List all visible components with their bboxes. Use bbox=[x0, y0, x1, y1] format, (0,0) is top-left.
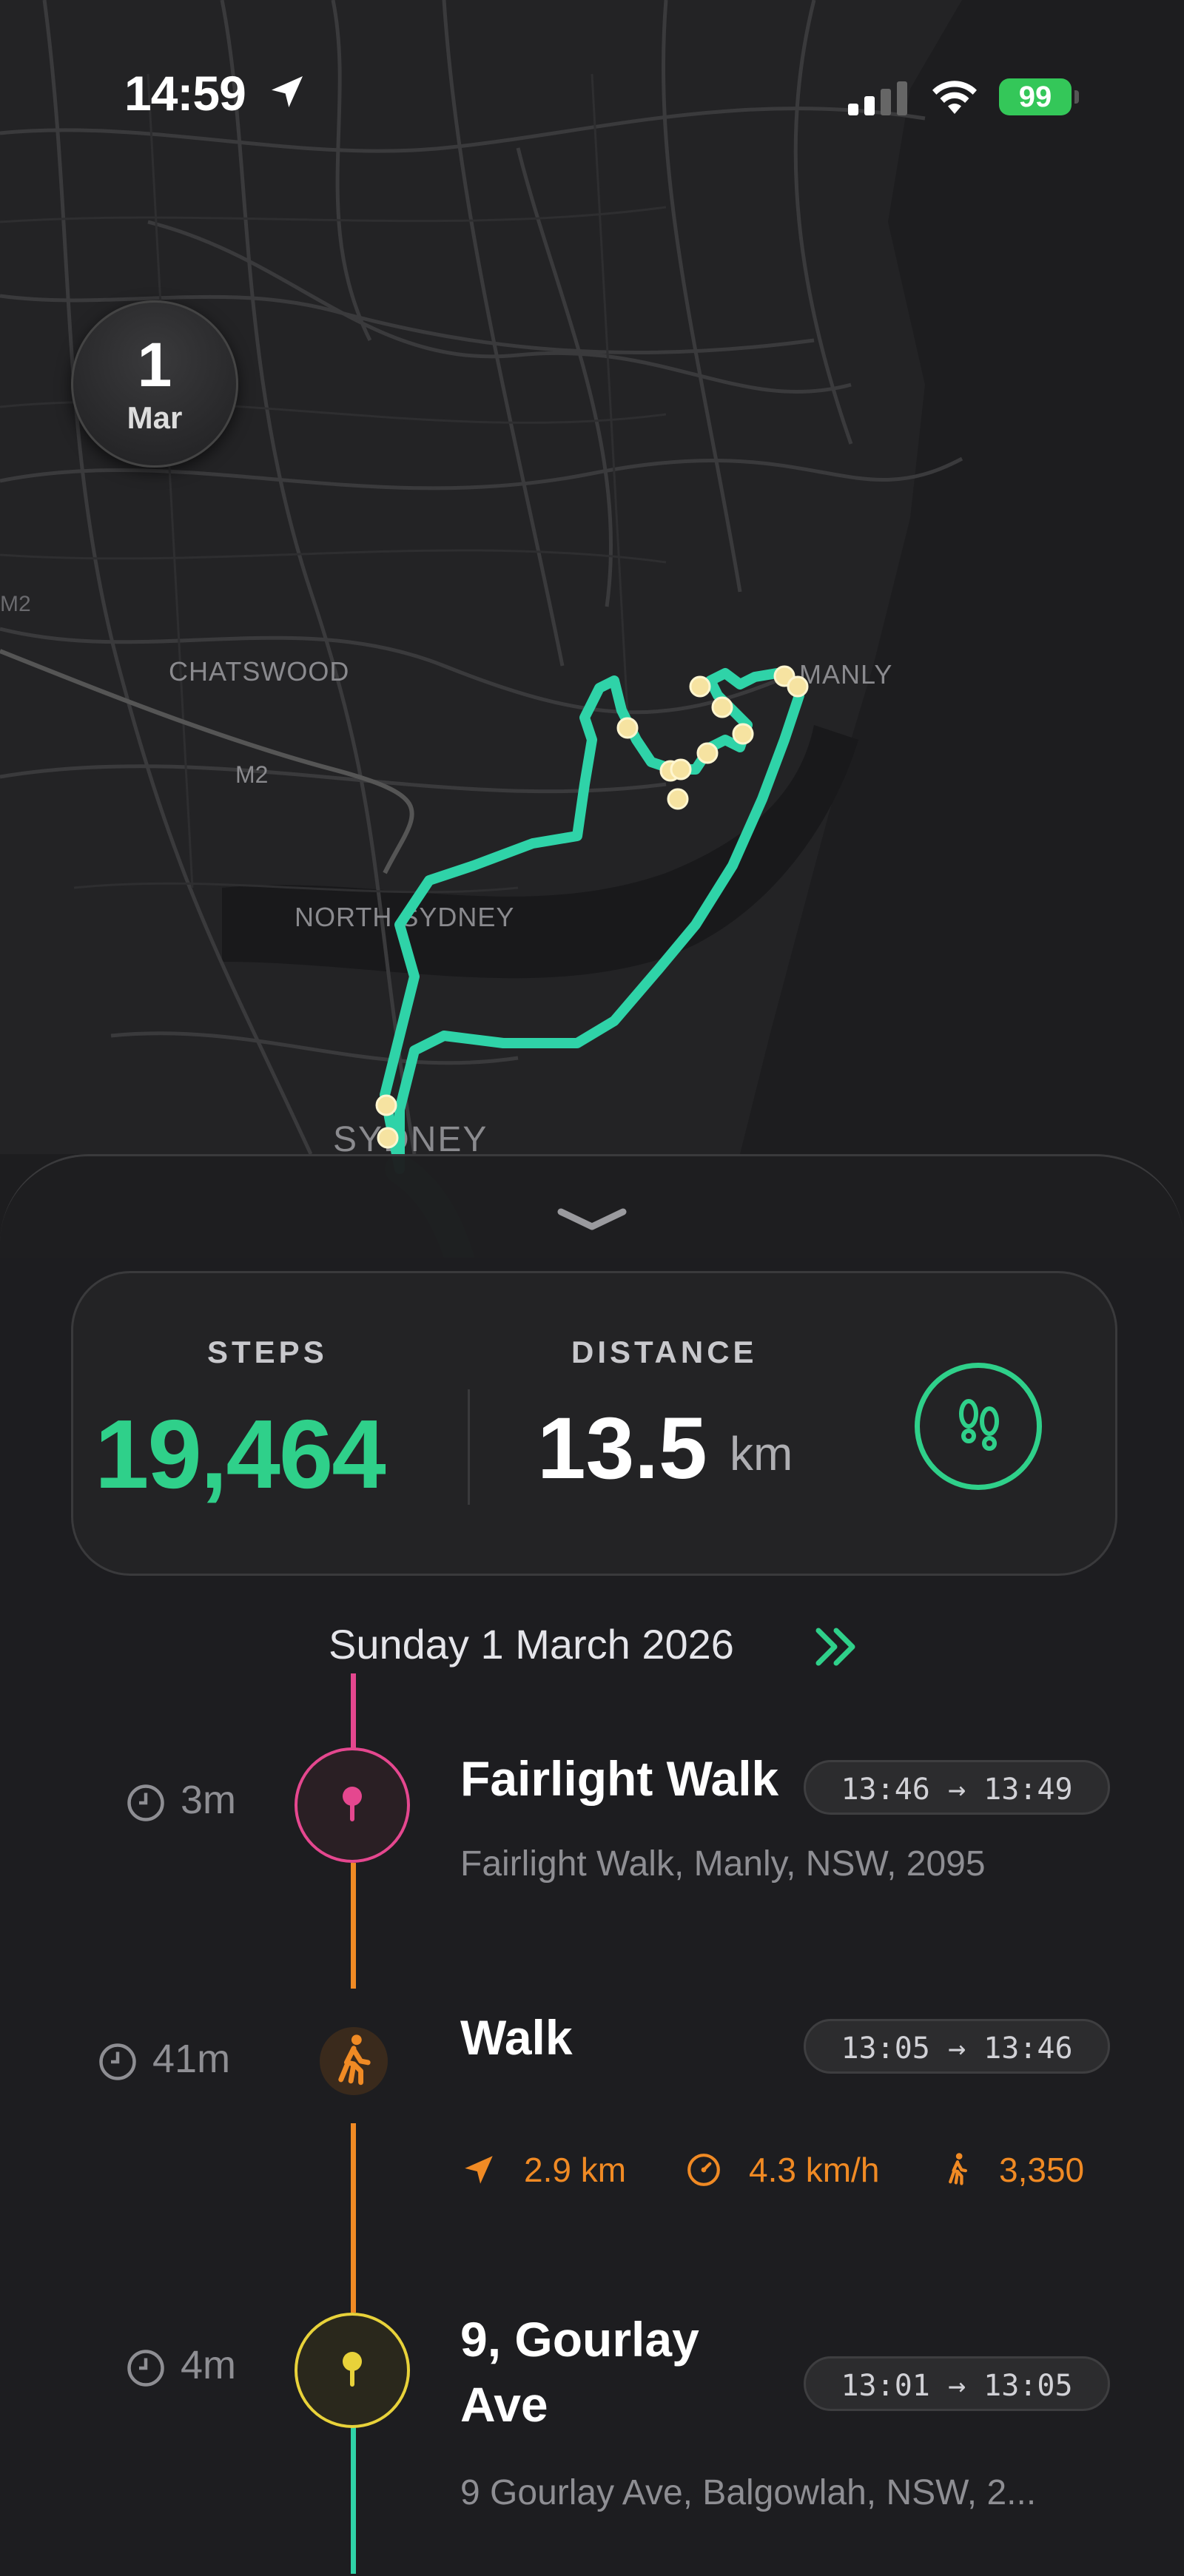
map-label-m2: M2 bbox=[235, 761, 268, 788]
day-heading: Sunday 1 March 2026 bbox=[329, 1621, 734, 1668]
battery-indicator: 99 bbox=[999, 78, 1072, 115]
steps-value: 19,464 bbox=[95, 1400, 386, 1508]
walk-node bbox=[320, 2027, 388, 2095]
walk-steps: 3,350 bbox=[999, 2151, 1085, 2189]
clock-icon bbox=[99, 2043, 136, 2080]
map-label-manly: MANLY bbox=[799, 659, 892, 689]
duration-label: 4m bbox=[181, 2343, 237, 2387]
clock-icon bbox=[127, 1784, 164, 1821]
status-bar: 14:59 99 bbox=[0, 0, 1184, 192]
walk-distance: 2.9 km bbox=[524, 2151, 627, 2189]
distance-value: 13.5 bbox=[537, 1400, 707, 1497]
date-badge-day: 1 bbox=[137, 330, 172, 399]
location-arrow-icon bbox=[272, 76, 303, 107]
item-title-line1: 9, Gourlay bbox=[460, 2312, 699, 2367]
clock-icon bbox=[127, 2350, 164, 2387]
cellular-signal-icon bbox=[848, 81, 907, 115]
time-range-pill: 13:46 → 13:49 bbox=[804, 1760, 1110, 1815]
time-range-pill: 13:05 → 13:46 bbox=[804, 2019, 1110, 2074]
place-node bbox=[295, 1747, 410, 1863]
item-address: 9 Gourlay Ave, Balgowlah, NSW, 2... bbox=[460, 2473, 1037, 2512]
steps-button[interactable] bbox=[915, 1363, 1042, 1490]
duration-label: 41m bbox=[152, 2037, 231, 2081]
date-badge[interactable]: 1 Mar bbox=[71, 300, 238, 468]
location-arrow-icon bbox=[465, 2156, 493, 2184]
status-time: 14:59 bbox=[124, 66, 246, 121]
double-chevron-right-icon[interactable] bbox=[814, 1626, 858, 1668]
duration-label: 3m bbox=[181, 1778, 237, 1822]
steps-label: STEPS bbox=[207, 1335, 328, 1369]
walking-person-icon bbox=[338, 2034, 371, 2086]
timeline-line-place-3 bbox=[351, 2427, 356, 2574]
timeline-line-walk-top bbox=[351, 1863, 356, 1989]
chevron-down-icon[interactable] bbox=[555, 1204, 629, 1234]
date-badge-month: Mar bbox=[127, 400, 183, 435]
map-label-m2-left: M2 bbox=[0, 592, 31, 616]
item-title: Fairlight Walk bbox=[460, 1751, 779, 1806]
battery-cap bbox=[1074, 90, 1079, 104]
footprints-icon bbox=[959, 1399, 999, 1451]
distance-unit: km bbox=[730, 1427, 793, 1480]
stats-divider bbox=[468, 1389, 470, 1505]
map-pin-icon bbox=[343, 1787, 362, 1821]
item-address: Fairlight Walk, Manly, NSW, 2095 bbox=[460, 1844, 986, 1884]
timeline-line-walk-bottom bbox=[351, 2123, 356, 2313]
walk-speed: 4.3 km/h bbox=[749, 2151, 880, 2189]
map-pin-icon bbox=[343, 2352, 362, 2387]
wifi-icon bbox=[932, 81, 977, 114]
item-title: Walk bbox=[460, 2010, 573, 2065]
place-node bbox=[295, 2313, 410, 2428]
map-label-chatswood: CHATSWOOD bbox=[169, 656, 349, 687]
walking-person-icon bbox=[949, 2153, 967, 2185]
speedometer-icon bbox=[687, 2154, 720, 2186]
item-title-line2: Ave bbox=[460, 2377, 548, 2432]
distance-label: DISTANCE bbox=[571, 1335, 758, 1369]
time-range-pill: 13:01 → 13:05 bbox=[804, 2356, 1110, 2411]
